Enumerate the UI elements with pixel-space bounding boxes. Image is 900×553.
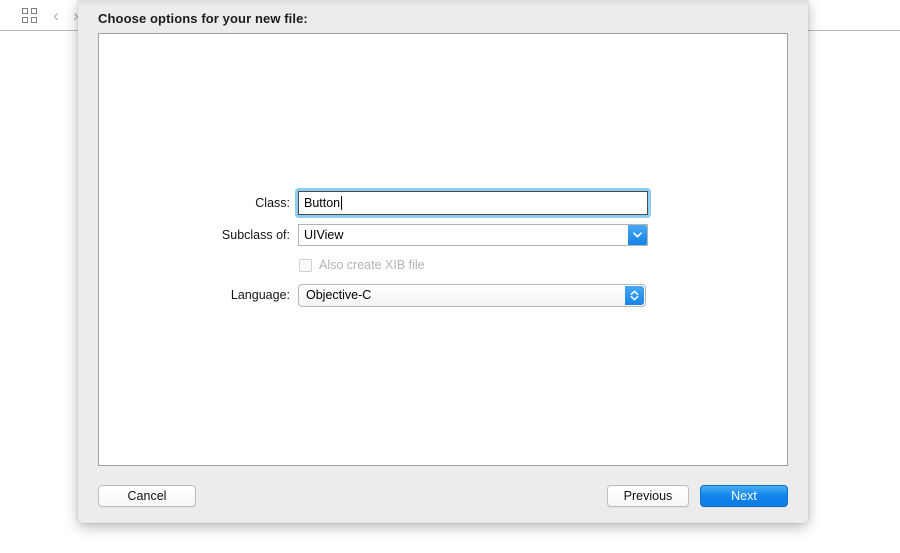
text-caret [341,196,343,210]
class-name-input[interactable]: Button [298,191,648,215]
subclass-combo-box[interactable]: UIView [298,224,648,246]
options-form: Class: Button Subclass of: UIView Also c… [99,34,789,467]
chevron-down-icon [633,232,642,238]
checkbox-unchecked-icon[interactable] [299,258,312,272]
language-dropdown-indicator[interactable] [625,285,644,305]
chevron-left-icon: ‹ [53,5,59,25]
previous-button[interactable]: Previous [607,485,689,507]
language-popup-button[interactable]: Objective-C [298,283,646,307]
grid-squares-icon [21,7,37,23]
xib-checkbox-label: Also create XIB file [319,258,425,272]
class-field-wrap: Button [295,188,651,218]
sheet-top-shade [78,0,808,6]
xib-checkbox-group[interactable]: Also create XIB file [99,258,425,272]
subclass-field-label: Subclass of: [221,228,290,242]
sheet-title: Choose options for your new file: [98,11,308,26]
subclass-row: Subclass of: UIView [99,223,789,247]
class-row: Class: Button [99,188,789,218]
class-name-input-value: Button [304,196,341,210]
xib-row: Also create XIB file [99,253,789,277]
next-button[interactable]: Next [700,485,788,507]
cancel-button[interactable]: Cancel [98,485,196,507]
language-field-label: Language: [230,288,290,302]
subclass-combo-value: UIView [304,228,344,242]
chevron-up-down-icon [630,290,639,300]
options-panel: Class: Button Subclass of: UIView Also c… [98,33,788,466]
subclass-dropdown-button[interactable] [628,225,647,245]
navigate-back-button[interactable]: ‹ [46,4,66,26]
new-file-options-sheet: Choose options for your new file: Class:… [78,0,808,523]
class-field-label: Class: [255,196,290,210]
language-row: Language: Objective-C [99,283,789,307]
grid-view-button[interactable] [16,4,42,26]
language-popup-value: Objective-C [306,288,372,302]
